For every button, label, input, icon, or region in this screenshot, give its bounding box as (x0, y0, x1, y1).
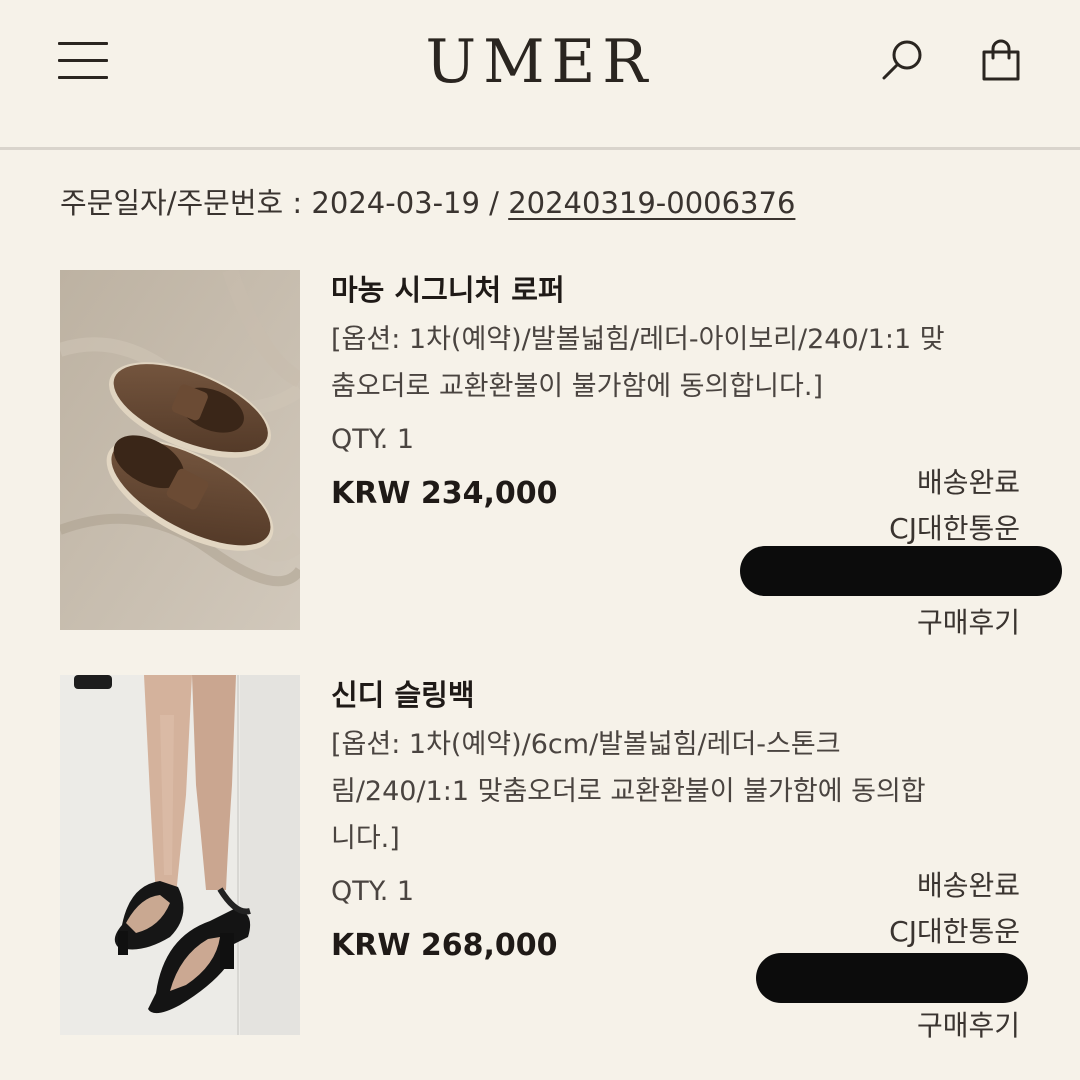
product-name[interactable]: 신디 슬링백 (331, 675, 1031, 715)
redacted-tracking-number (756, 953, 1028, 1003)
status-label: 배송완료 (916, 466, 1020, 499)
product-options: [옵션: 1차(예약)/발볼넓힘/레더-아이보리/240/1:1 맞 춤오더로 … (331, 324, 945, 402)
product-image-loafer[interactable] (60, 270, 300, 630)
order-item: 신디 슬링백 [옵션: 1차(예약)/6cm/발볼넓힘/레더-스톤크 림/240… (0, 675, 1080, 1042)
app-header: UMER (0, 0, 1080, 150)
shopping-bag-icon (982, 39, 1020, 81)
search-button[interactable] (878, 36, 928, 86)
cart-button[interactable] (976, 36, 1026, 86)
product-quantity: QTY. 1 (331, 424, 415, 455)
order-number-link[interactable]: 20240319-0006376 (508, 186, 795, 220)
product-image-slingback[interactable] (60, 675, 300, 1035)
status-label: 배송완료 (916, 869, 1020, 902)
search-icon (882, 40, 922, 80)
product-name[interactable]: 마농 시그니처 로퍼 (331, 270, 1031, 310)
redacted-tracking-number (740, 546, 1062, 596)
order-item: 마농 시그니처 로퍼 [옵션: 1차(예약)/발볼넓힘/레더-아이보리/240/… (0, 270, 1080, 639)
order-date: 2024-03-19 (311, 186, 480, 220)
review-link[interactable]: 구매후기 (660, 1003, 1020, 1049)
order-separator: / (479, 186, 509, 220)
order-info: 주문일자/주문번호 : 2024-03-19 / 20240319-000637… (60, 180, 795, 226)
product-options: [옵션: 1차(예약)/6cm/발볼넓힘/레더-스톤크 림/240/1:1 맞춤… (331, 729, 926, 854)
carrier-label: CJ대한통운 (889, 915, 1020, 948)
order-label: 주문일자/주문번호 : (60, 186, 312, 220)
review-link[interactable]: 구매후기 (660, 600, 1020, 646)
